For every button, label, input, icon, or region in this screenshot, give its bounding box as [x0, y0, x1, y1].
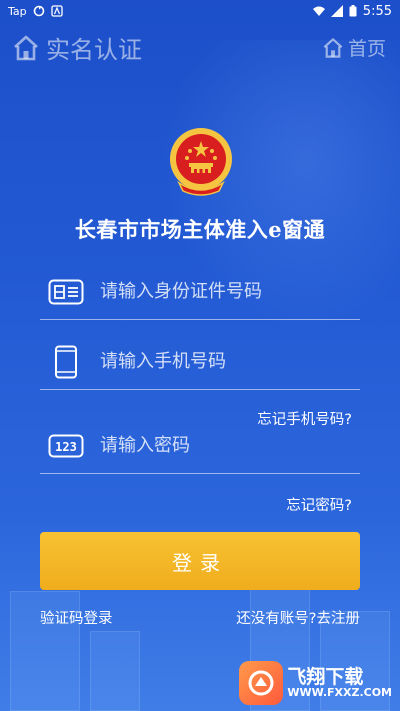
svg-text:123: 123	[55, 440, 77, 454]
national-emblem-icon	[170, 128, 232, 196]
sync-icon	[33, 5, 44, 17]
sms-login-link[interactable]: 验证码登录	[40, 607, 113, 628]
forgot-password-link[interactable]: 忘记密码?	[286, 494, 352, 515]
watermark-brand: 飞翔下载	[287, 665, 364, 688]
home-label: 首页	[347, 38, 386, 60]
site-watermark: 飞翔下载 WWW.FXXZ.COM	[239, 661, 392, 705]
status-bar: Tap 5:55	[0, 0, 400, 22]
status-time: 5:55	[362, 3, 392, 19]
password-digits-icon: 123	[48, 434, 84, 457]
battery-icon	[349, 5, 357, 17]
mobile-phone-icon	[55, 345, 77, 378]
status-app-label: Tap	[8, 4, 27, 18]
watermark-logo-icon	[239, 661, 284, 705]
page-title: 实名认证	[46, 36, 142, 64]
watermark-url: WWW.FXXZ.COM	[287, 686, 392, 700]
phone-input[interactable]	[92, 351, 360, 372]
text-app-icon	[50, 5, 63, 17]
id-card-icon	[48, 279, 84, 304]
wifi-icon	[312, 6, 325, 16]
id-number-input[interactable]	[92, 281, 360, 302]
nav-back[interactable]: 实名认证	[12, 30, 142, 65]
top-nav: 实名认证 首页	[0, 30, 400, 70]
app-title: 长春市市场主体准入e窗通	[74, 217, 326, 242]
home-button[interactable]: 首页	[322, 34, 386, 61]
phone-field	[40, 334, 360, 390]
home-outline-icon	[14, 35, 38, 60]
home-outline-icon	[323, 37, 343, 58]
id-number-field	[40, 264, 360, 320]
login-button[interactable]: 登录	[40, 532, 360, 590]
password-input[interactable]	[92, 435, 360, 456]
signal-icon	[330, 5, 343, 17]
register-link[interactable]: 还没有账号?去注册	[236, 607, 360, 628]
password-field: 123	[40, 418, 360, 474]
